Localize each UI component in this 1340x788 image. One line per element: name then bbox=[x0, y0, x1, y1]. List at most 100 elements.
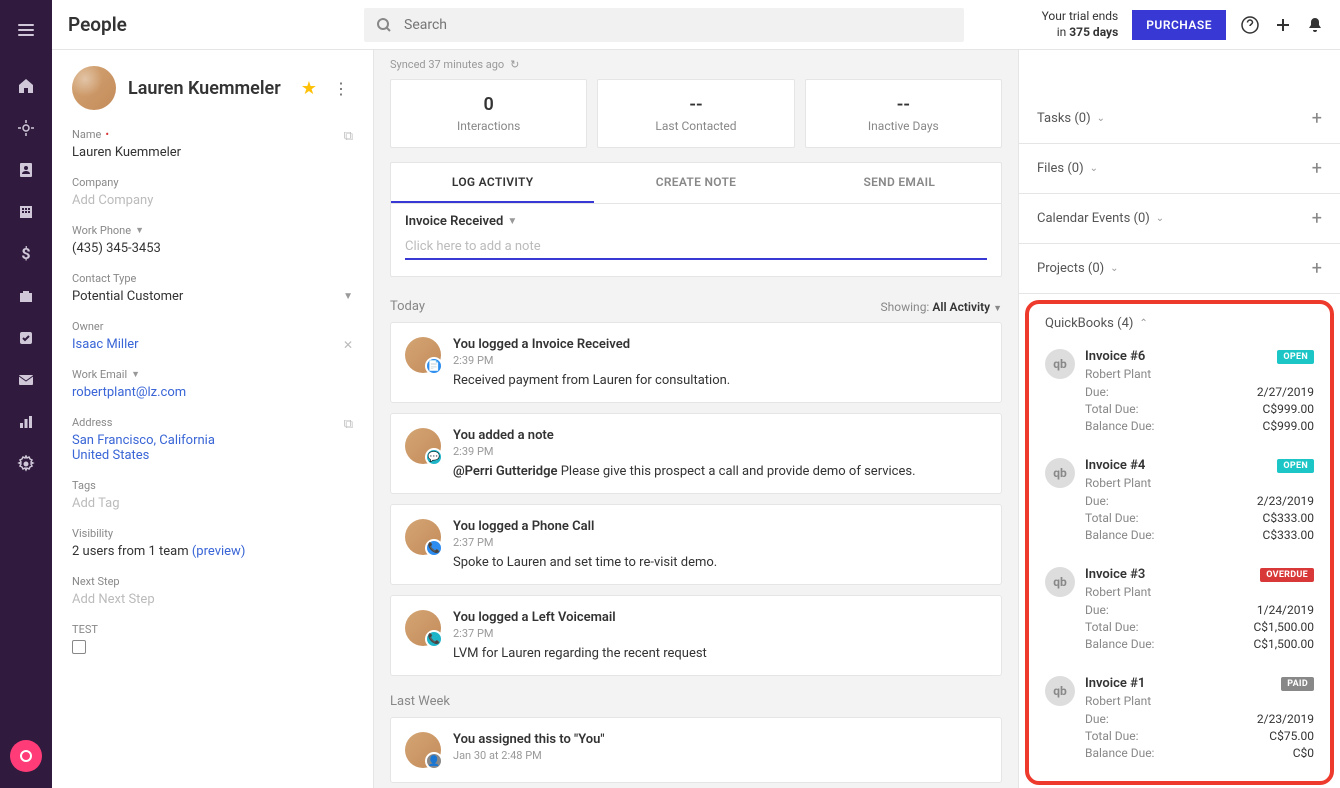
quickbooks-icon: qb bbox=[1045, 567, 1075, 597]
section-tasks[interactable]: Tasks (0) ⌄ + bbox=[1019, 94, 1340, 144]
tab-create-note[interactable]: CREATE NOTE bbox=[594, 163, 797, 203]
company-field[interactable]: Add Company bbox=[72, 193, 353, 208]
add-event-icon[interactable]: + bbox=[1312, 208, 1322, 229]
nav-contacts-icon[interactable] bbox=[8, 152, 44, 188]
invoice-due: 2/23/2019 bbox=[1257, 712, 1314, 726]
work-phone-field[interactable]: (435) 345-3453 bbox=[72, 241, 353, 256]
invoice-title: Invoice #4 bbox=[1085, 458, 1145, 473]
nav-home-icon[interactable] bbox=[8, 68, 44, 104]
tab-send-email[interactable]: SEND EMAIL bbox=[798, 163, 1001, 203]
chevron-down-icon[interactable]: ▼ bbox=[343, 291, 353, 302]
stat-label: Last Contacted bbox=[612, 119, 779, 133]
nav-email-icon[interactable] bbox=[8, 362, 44, 398]
section-files[interactable]: Files (0) ⌄ + bbox=[1019, 144, 1340, 194]
stat-value: -- bbox=[820, 94, 987, 115]
nav-rail: $ bbox=[0, 0, 52, 788]
stat-label: Inactive Days bbox=[820, 119, 987, 133]
activity-time: 2:39 PM bbox=[453, 445, 987, 458]
stat-card: --Last Contacted bbox=[597, 79, 794, 148]
add-icon[interactable] bbox=[1274, 16, 1292, 34]
nav-companies-icon[interactable] bbox=[8, 194, 44, 230]
section-projects[interactable]: Projects (0) ⌄ + bbox=[1019, 244, 1340, 294]
visibility-preview-link[interactable]: (preview) bbox=[192, 544, 246, 559]
activity-text: LVM for Lauren regarding the recent requ… bbox=[453, 646, 987, 661]
activity-panel: Synced 37 minutes ago ↻ 0Interactions--L… bbox=[374, 50, 1018, 788]
next-step-field[interactable]: Add Next Step bbox=[72, 592, 353, 607]
activity-type-selector[interactable]: Invoice Received▼ bbox=[405, 214, 987, 229]
name-field[interactable]: Lauren Kuemmeler bbox=[72, 145, 353, 160]
invoice-total: C$999.00 bbox=[1263, 402, 1314, 416]
activity-avatar: 💬 bbox=[405, 428, 441, 464]
activity-type-icon: 👤 bbox=[425, 752, 443, 770]
invoice-total: C$1,500.00 bbox=[1253, 620, 1314, 634]
nav-target-icon[interactable] bbox=[8, 110, 44, 146]
activity-item[interactable]: 💬 You added a note2:39 PM@Perri Gutterid… bbox=[390, 413, 1002, 494]
compose-input[interactable] bbox=[405, 235, 987, 260]
quickbooks-invoice[interactable]: qb Invoice #3OVERDUE Robert Plant Due:1/… bbox=[1037, 559, 1322, 668]
add-task-icon[interactable]: + bbox=[1312, 108, 1322, 129]
activity-item[interactable]: 📞 You logged a Phone Call2:37 PMSpoke to… bbox=[390, 504, 1002, 585]
owner-field[interactable]: Isaac Miller bbox=[72, 337, 139, 352]
activity-item[interactable]: 📄 You logged a Invoice Received2:39 PMRe… bbox=[390, 322, 1002, 403]
activity-type-icon: 📞 bbox=[425, 630, 443, 648]
nav-projects-icon[interactable] bbox=[8, 278, 44, 314]
quickbooks-icon: qb bbox=[1045, 458, 1075, 488]
work-email-field[interactable]: robertplant@lz.com bbox=[72, 385, 353, 400]
invoice-customer: Robert Plant bbox=[1085, 367, 1314, 381]
nav-reports-icon[interactable] bbox=[8, 404, 44, 440]
lastweek-header: Last Week bbox=[390, 694, 450, 709]
add-project-icon[interactable]: + bbox=[1312, 258, 1322, 279]
person-avatar[interactable] bbox=[72, 66, 116, 110]
activity-title: You logged a Invoice Received bbox=[453, 337, 987, 352]
invoice-balance: C$1,500.00 bbox=[1253, 637, 1314, 651]
refresh-icon[interactable]: ↻ bbox=[510, 58, 519, 71]
remove-owner-icon[interactable]: ✕ bbox=[343, 338, 353, 352]
tags-field[interactable]: Add Tag bbox=[72, 496, 353, 511]
invoice-status-badge: OVERDUE bbox=[1260, 568, 1314, 582]
contact-type-field[interactable]: Potential Customer bbox=[72, 289, 183, 304]
invoice-total: C$333.00 bbox=[1263, 511, 1314, 525]
activity-title: You assigned this to "You" bbox=[453, 732, 987, 747]
invoice-balance: C$333.00 bbox=[1263, 528, 1314, 542]
quickbooks-invoice[interactable]: qb Invoice #4OPEN Robert Plant Due:2/23/… bbox=[1037, 450, 1322, 559]
help-icon[interactable] bbox=[1240, 15, 1260, 35]
quickbooks-invoice[interactable]: qb Invoice #6OPEN Robert Plant Due:2/27/… bbox=[1037, 341, 1322, 450]
copy-icon[interactable]: ⧉ bbox=[344, 129, 353, 144]
nav-deals-icon[interactable]: $ bbox=[8, 236, 44, 272]
activity-item[interactable]: 📞 You logged a Left Voicemail2:37 PMLVM … bbox=[390, 595, 1002, 676]
tab-log-activity[interactable]: LOG ACTIVITY bbox=[391, 163, 594, 203]
person-name: Lauren Kuemmeler bbox=[128, 78, 289, 99]
favorite-star-icon[interactable]: ★ bbox=[301, 78, 317, 99]
address-line1[interactable]: San Francisco, California bbox=[72, 433, 353, 448]
purchase-button[interactable]: PURCHASE bbox=[1132, 10, 1226, 40]
visibility-field: 2 users from 1 team (preview) bbox=[72, 544, 353, 559]
search-icon bbox=[376, 17, 392, 33]
nav-settings-icon[interactable] bbox=[8, 446, 44, 482]
nav-copper-logo[interactable] bbox=[10, 740, 42, 772]
section-calendar[interactable]: Calendar Events (0) ⌄ + bbox=[1019, 194, 1340, 244]
activity-text: Received payment from Lauren for consult… bbox=[453, 373, 987, 388]
invoice-customer: Robert Plant bbox=[1085, 585, 1314, 599]
activity-item[interactable]: 👤 You assigned this to "You"Jan 30 at 2:… bbox=[390, 717, 1002, 783]
test-checkbox[interactable] bbox=[72, 640, 86, 654]
activity-type-icon: 💬 bbox=[425, 448, 443, 466]
add-file-icon[interactable]: + bbox=[1312, 158, 1322, 179]
address-line2[interactable]: United States bbox=[72, 448, 353, 463]
activity-filter[interactable]: Showing: All Activity ▼ bbox=[881, 300, 1002, 314]
activity-title: You logged a Phone Call bbox=[453, 519, 987, 534]
quickbooks-header[interactable]: QuickBooks (4) ⌃ bbox=[1037, 312, 1322, 341]
invoice-balance: C$999.00 bbox=[1263, 419, 1314, 433]
activity-avatar: 👤 bbox=[405, 732, 441, 768]
copy-address-icon[interactable]: ⧉ bbox=[344, 417, 353, 432]
quickbooks-invoice[interactable]: qb Invoice #1PAID Robert Plant Due:2/23/… bbox=[1037, 668, 1322, 777]
activity-avatar: 📞 bbox=[405, 519, 441, 555]
search-input[interactable] bbox=[404, 17, 952, 33]
sync-status: Synced 37 minutes ago ↻ bbox=[374, 50, 1018, 79]
chevron-down-icon: ⌄ bbox=[1090, 163, 1098, 174]
stat-card: 0Interactions bbox=[390, 79, 587, 148]
notifications-icon[interactable] bbox=[1306, 16, 1324, 34]
nav-tasks-icon[interactable] bbox=[8, 320, 44, 356]
more-menu-icon[interactable]: ⋮ bbox=[329, 79, 353, 98]
menu-icon[interactable] bbox=[8, 12, 44, 48]
search-box[interactable] bbox=[364, 8, 964, 42]
